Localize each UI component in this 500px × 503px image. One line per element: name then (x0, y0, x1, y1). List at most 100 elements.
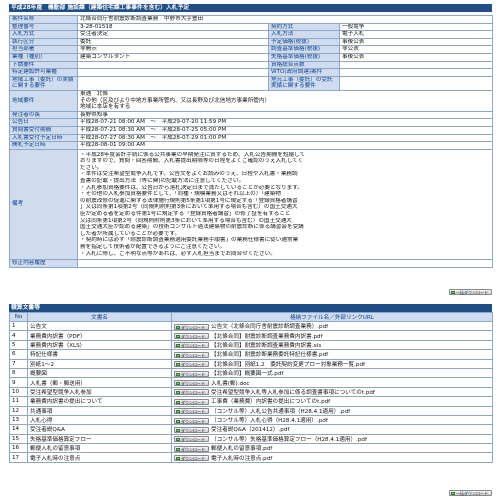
doc-file-name[interactable]: 公告文（北條合同庁舎耐震診断調査業務）.pdf (211, 324, 328, 330)
doc-file-name[interactable]: 電子入札時の注意点.pdf (211, 456, 272, 462)
download-button[interactable]: ダウンロード (174, 323, 209, 330)
field-value: 北條合同庁舎耐震診断調査業務 中野市大字豊田 (76, 15, 494, 24)
bulk-download-button-bottom[interactable]: 一括ダウンロード (449, 490, 492, 496)
download-button-label: ダウンロード (181, 409, 205, 415)
field-label: 入札書受付予定日時 (9, 133, 78, 143)
download-icon (176, 457, 180, 461)
schedule-row: 質問書受付期間 平成28-07-21 08:30 AM ～ 平成28-07-25 … (9, 125, 494, 135)
field-value: 平成28-08-01 09:00 AM (76, 141, 494, 150)
doc-file-cell: ダウンロード 電子入札時の注意点.pdf (171, 452, 493, 463)
location-line: 東通 北條 (80, 90, 108, 97)
info-row: 整理番号 3-28-01518 契約方式 一般競争 (9, 22, 494, 32)
doc-number: 4 (9, 330, 28, 341)
doc-number: 17 (9, 452, 28, 463)
download-button[interactable]: ダウンロード (174, 389, 209, 396)
field-value: 委託 (77, 37, 269, 47)
doc-file-name[interactable]: 工事費（業務費）内訳書の提出についてのt.pdf (211, 399, 330, 405)
doc-file-name[interactable]: 受注希望型競争入札等入札参加に係る調査書事項についてのt.pdf (211, 390, 375, 396)
doc-file-name[interactable]: （コンサル等）失格基準価格算定フロー（H28.4.1適用）.pdf (211, 437, 367, 443)
doc-file-name[interactable]: 【北條合同】概要図一式.pdf (211, 371, 283, 377)
download-button-label: ダウンロード (181, 437, 205, 443)
download-button[interactable]: ダウンロード (174, 342, 209, 349)
doc-file-name[interactable]: 郵便入札の留意事項.pdf (211, 446, 272, 452)
download-icon (176, 447, 180, 451)
download-button-label: ダウンロード (181, 446, 205, 452)
schedule-row: 発注者の長 長野県知事 (9, 110, 494, 120)
download-icon (176, 400, 180, 404)
remarks-text: ・平成28年度会計手続に係る公共事業の早期発注に資するため、入札公告期間を短縮し… (76, 148, 494, 261)
doc-number: 10 (9, 386, 28, 398)
download-button[interactable]: ダウンロード (174, 455, 209, 462)
download-button-label: ダウンロード (181, 343, 205, 349)
doc-file-name[interactable]: 【北條合同】耐震診断調査業務費内訳書.pdf (211, 334, 323, 340)
doc-name: 概要図 (27, 367, 172, 379)
field-label: 質問書受付期間 (9, 125, 78, 135)
col-header-no: No (9, 312, 28, 322)
download-button[interactable]: ダウンロード (174, 417, 209, 424)
doc-number: 5 (9, 339, 28, 351)
download-button-label: ダウンロード (181, 399, 205, 405)
field-label: 予定価格(税抜) (268, 37, 340, 47)
doc-name: 受注者説Q&A (27, 424, 172, 435)
doc-number: 9 (9, 377, 28, 388)
doc-file-name[interactable]: 【北條合同】耐震診断調査業務費内訳書.xls (211, 343, 321, 349)
doc-file-cell: ダウンロード 【北條合同】別紙1,2 委託契約変更プロー対象業務一覧.pdf (171, 358, 493, 369)
field-value: 3-28-01518 (77, 22, 269, 32)
doc-file-cell: ダウンロード 【北條合同】耐震診断業務委託特記仕様書.pdf (171, 349, 493, 360)
doc-number: 8 (9, 367, 28, 379)
bulk-download-button[interactable]: 一括ダウンロード (449, 289, 492, 295)
download-icon (451, 291, 455, 294)
download-icon (176, 344, 180, 348)
download-button[interactable]: ダウンロード (174, 408, 209, 415)
download-icon (176, 325, 180, 329)
download-button[interactable]: ダウンロード (174, 370, 209, 377)
download-button[interactable]: ダウンロード (174, 436, 209, 443)
remarks-line: ・入札に際し、ご不明な点等があれば、必ず入札担当までお問合せください。 (80, 250, 276, 257)
field-value: 事後公表 (338, 52, 494, 62)
download-button[interactable]: ダウンロード (174, 398, 209, 405)
field-label: WTO(政府調達)案件 (268, 68, 340, 77)
remarks-row: 備考 ・平成28年度会計手続に係る公共事業の早期発注に資するため、入札公告期間を短… (9, 148, 494, 261)
info-row: 地域工事（委託）の実績に関する要件 地元工事（委託）の受託実績に関する要件 (9, 75, 494, 91)
download-icon (176, 372, 180, 376)
download-button-label: ダウンロード (181, 381, 205, 387)
field-value: 建築コンサルタント (77, 52, 269, 62)
table-row: 9 入札書（郵・郵送用） ダウンロード 入札書(郵).doc (9, 377, 493, 388)
download-button[interactable]: ダウンロード (174, 445, 209, 452)
remarks-line: 臣が定める者を定める件第1号に規定する「登録資格者講習」の修了証を有すること (80, 211, 291, 218)
field-label: 契約方式 (268, 22, 340, 32)
doc-number: 1 (9, 320, 28, 332)
field-label: 案件名称 (9, 15, 78, 24)
field-value: 事後公表 (338, 37, 494, 47)
doc-file-name[interactable]: 【北條合同】別紙1,2 委託契約変更プロー対象業務一覧.pdf (211, 362, 365, 368)
download-icon (176, 335, 180, 339)
download-button[interactable]: ダウンロード (174, 351, 209, 358)
doc-name: 郵便入札の留意事項 (27, 443, 172, 454)
remarks-line: ・本件は受注希望型競争入札です。公告文をよくお読みのうえ、日程や入札書・業務調 (80, 171, 298, 178)
table-row: 8 概要図 ダウンロード 【北條合同】概要図一式.pdf (9, 367, 493, 379)
table-row: 7 別紙1～2 ダウンロード 【北條合同】別紙1,2 委託契約変更プロー対象業務一覧.… (9, 358, 493, 369)
doc-file-cell: ダウンロード 受注者説Q&A（201412）.pdf (171, 424, 493, 435)
table-row: 10 受注希望型競争入札参加 ダウンロード 受注希望型競争入札等入札参加に係る調査書事… (9, 386, 493, 398)
doc-file-name[interactable]: （コンサル等）入札公告共通事項（H28.4.1適用）.pdf (211, 409, 350, 415)
doc-name: 電子入札時の注意点 (27, 452, 172, 463)
doc-file-name[interactable]: 受注者説Q&A（201412）.pdf (211, 427, 289, 433)
field-label: 下請要件 (9, 60, 78, 70)
doc-file-name[interactable]: 【北條合同】耐震診断業務委託特記仕様書.pdf (211, 352, 328, 358)
doc-name: 入札書（郵・郵送用） (27, 377, 172, 388)
table-row: 11 業務費内訳書の提出について ダウンロード 工事費（業務費）内訳書の提出についての… (9, 396, 493, 407)
table-row: 17 電子入札時の注意点 ダウンロード 電子入札時の注意点.pdf (9, 452, 493, 463)
download-icon (176, 391, 180, 395)
table-row: 1 公告文 ダウンロード 公告文（北條合同庁舎耐震診断調査業務）.pdf (9, 320, 493, 332)
doc-file-name[interactable]: （コンサル等）入札心得（H28.4.1適用）.pdf (211, 418, 328, 424)
download-button[interactable]: ダウンロード (174, 380, 209, 387)
download-button[interactable]: ダウンロード (174, 361, 209, 368)
doc-file-name[interactable]: 入札書(郵).doc (211, 381, 250, 387)
doc-number: 16 (9, 443, 28, 454)
schedule-row: 公告日 平成28-07-21 08:00 AM ～ 平成29-07-20 11:5… (9, 118, 494, 127)
doc-name: 失格基準価格算定フロー (27, 433, 172, 445)
remarks-line: ・平成28年度会計手続に係る公共事業の早期発注に資するため、入札公告期間を短縮し… (80, 151, 306, 158)
download-button[interactable]: ダウンロード (174, 426, 209, 433)
field-label: 担当部署 (9, 45, 78, 54)
download-button[interactable]: ダウンロード (174, 333, 209, 340)
